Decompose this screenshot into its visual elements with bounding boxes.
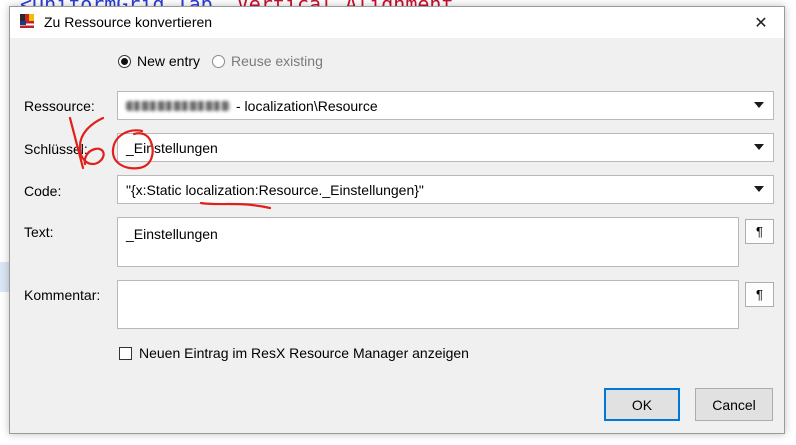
redacted-resource-name — [126, 100, 230, 111]
key-label: Schlüssel: — [24, 141, 88, 157]
pilcrow-icon: ¶ — [756, 224, 763, 239]
resource-value: - localization\Resource — [236, 97, 378, 114]
key-value: _Einstellungen — [126, 139, 218, 156]
reuse-existing-radio[interactable] — [212, 54, 226, 68]
show-in-manager-label[interactable]: Neuen Eintrag im ResX Resource Manager a… — [139, 345, 469, 361]
reuse-existing-label[interactable]: Reuse existing — [231, 53, 323, 69]
show-in-manager-checkbox[interactable] — [119, 346, 132, 360]
show-in-manager-option[interactable]: Neuen Eintrag im ResX Resource Manager a… — [119, 345, 469, 361]
code-dropdown[interactable]: "{x:Static localization:Resource._Einste… — [117, 175, 774, 204]
dialog-title: Zu Ressource konvertieren — [44, 14, 213, 30]
chevron-down-icon — [754, 144, 764, 150]
convert-to-resource-dialog: Zu Ressource konvertieren ✕ New entry Re… — [9, 6, 785, 434]
new-entry-label[interactable]: New entry — [137, 53, 200, 69]
resource-label: Ressource: — [24, 98, 95, 114]
close-button[interactable]: ✕ — [738, 7, 784, 38]
close-icon: ✕ — [754, 14, 768, 32]
text-input[interactable]: _Einstellungen — [117, 217, 739, 267]
new-entry-radio[interactable] — [118, 54, 131, 68]
chevron-down-icon — [754, 186, 764, 192]
comment-label: Kommentar: — [24, 287, 101, 303]
ok-button[interactable]: OK — [604, 388, 680, 421]
code-label: Code: — [24, 183, 62, 199]
text-label: Text: — [24, 224, 54, 240]
entry-mode-group: New entry Reuse existing — [118, 53, 335, 69]
dialog-titlebar: Zu Ressource konvertieren ✕ — [10, 7, 784, 38]
chevron-down-icon — [754, 102, 764, 108]
key-dropdown[interactable]: _Einstellungen — [117, 133, 774, 162]
comment-pilcrow-button[interactable]: ¶ — [745, 282, 774, 307]
text-pilcrow-button[interactable]: ¶ — [745, 219, 774, 244]
cancel-button[interactable]: Cancel — [695, 388, 773, 421]
code-value: "{x:Static localization:Resource._Einste… — [126, 181, 424, 198]
pilcrow-icon: ¶ — [756, 287, 763, 302]
comment-input[interactable] — [117, 280, 739, 329]
resource-dropdown[interactable]: - localization\Resource — [117, 91, 774, 120]
flags-icon — [20, 14, 35, 28]
